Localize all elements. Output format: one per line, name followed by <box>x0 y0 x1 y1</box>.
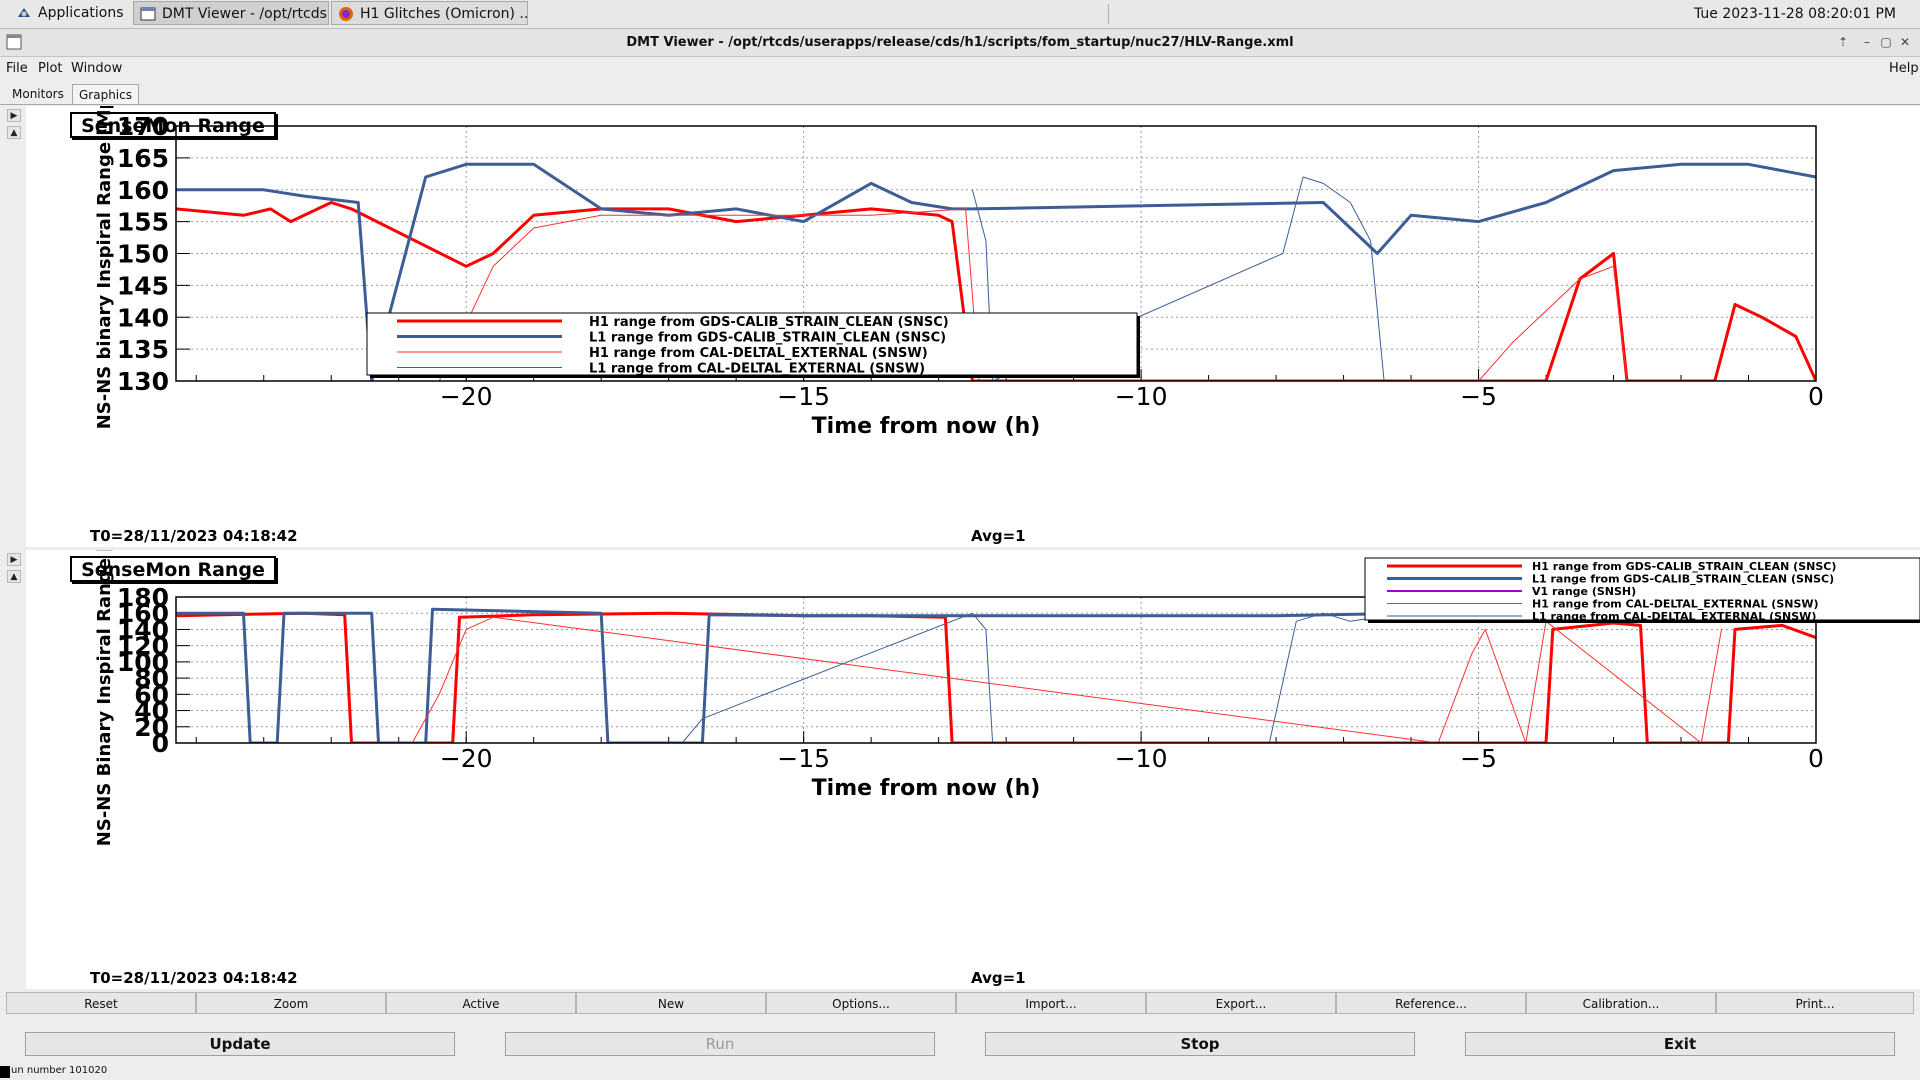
x-tick-label: 0 <box>1808 382 1824 411</box>
menu-file[interactable]: File <box>6 61 28 76</box>
clock[interactable]: Tue 2023-11-28 08:20:01 PM <box>1694 0 1896 28</box>
legend-entry: H1 range from GDS-CALIB_STRAIN_CLEAN (SN… <box>589 315 949 330</box>
export-button[interactable]: Export... <box>1146 992 1336 1014</box>
y-tick-label: 150 <box>117 240 169 269</box>
window-titlebar[interactable]: DMT Viewer - /opt/rtcds/userapps/release… <box>0 29 1920 57</box>
y-tick-label: 130 <box>117 367 169 396</box>
y-tick-label: 160 <box>117 176 169 205</box>
calibration-button[interactable]: Calibration... <box>1526 992 1716 1014</box>
legend-entry: L1 range from CAL-DELTAL_EXTERNAL (SNSW) <box>1532 610 1816 623</box>
y-tick-label: 145 <box>117 271 169 300</box>
x-tick-label: 0 <box>1808 744 1824 773</box>
y-tick-label: 140 <box>117 303 169 332</box>
plot-button-row: Reset Zoom Active New Options... Import.… <box>6 992 1914 1014</box>
plot-panel-bottom: ▶ ▲ SenseMon Range −20 −15 −10 −5 0 0 20 40 60 80… <box>0 550 1920 989</box>
exit-button[interactable]: Exit <box>1465 1032 1895 1056</box>
options-button[interactable]: Options... <box>766 992 956 1014</box>
t0-label: T0=28/11/2023 04:18:42 <box>90 527 298 545</box>
status-bar: un number 101020 <box>0 1062 1920 1080</box>
y-tick-label: 180 <box>117 583 169 612</box>
legend-entry: L1 range from GDS-CALIB_STRAIN_CLEAN (SN… <box>589 330 946 345</box>
y-tick-label: 170 <box>117 112 169 141</box>
taskbar-item-dmt-viewer[interactable]: DMT Viewer - /opt/rtcds... <box>133 1 329 25</box>
reset-button[interactable]: Reset <box>6 992 196 1014</box>
taskbar-item-label: H1 Glitches (Omicron) ... <box>360 6 528 22</box>
tab-monitors[interactable]: Monitors <box>6 84 70 104</box>
plot-canvas-bottom[interactable]: SenseMon Range −20 −15 −10 −5 0 0 20 40 60 80 100 1… <box>26 550 1920 989</box>
new-button[interactable]: New <box>576 992 766 1014</box>
window-title: DMT Viewer - /opt/rtcds/userapps/release… <box>626 35 1294 50</box>
window-maximize-icon[interactable]: ▢ <box>1878 34 1894 50</box>
avg-label: Avg=1 <box>971 527 1026 545</box>
legend-entry: L1 range from GDS-CALIB_STRAIN_CLEAN (SN… <box>1532 573 1834 586</box>
collapse-arrow-icon[interactable]: ▲ <box>7 570 21 583</box>
t0-label: T0=28/11/2023 04:18:42 <box>90 969 298 987</box>
stop-button[interactable]: Stop <box>985 1032 1415 1056</box>
window-up-icon[interactable]: ⇡ <box>1835 34 1851 50</box>
menu-plot[interactable]: Plot <box>38 61 63 76</box>
taskbar-item-label: DMT Viewer - /opt/rtcds... <box>162 6 329 22</box>
expand-arrow-icon[interactable]: ▶ <box>7 553 21 566</box>
update-button[interactable]: Update <box>25 1032 455 1056</box>
taskbar: Applications DMT Viewer - /opt/rtcds... … <box>0 0 1920 29</box>
legend-entry: H1 range from CAL-DELTAL_EXTERNAL (SNSW) <box>589 346 928 361</box>
window-minimize-icon[interactable]: – <box>1859 34 1875 50</box>
menu-window[interactable]: Window <box>71 61 122 76</box>
tab-graphics[interactable]: Graphics <box>72 84 139 104</box>
applications-menu-button[interactable]: Applications <box>0 1 130 25</box>
x-tick-label: −10 <box>1115 382 1168 411</box>
reference-button[interactable]: Reference... <box>1336 992 1526 1014</box>
taskbar-item-h1-glitches[interactable]: H1 Glitches (Omicron) ... <box>331 1 528 25</box>
x-tick-label: −5 <box>1460 382 1497 411</box>
run-button[interactable]: Run <box>505 1032 935 1056</box>
legend-entry: H1 range from CAL-DELTAL_EXTERNAL (SNSW) <box>1532 598 1819 611</box>
x-tick-label: −15 <box>777 382 830 411</box>
avg-label: Avg=1 <box>971 969 1026 987</box>
range-chart-top[interactable]: −20 −15 −10 −5 0 130 135 140 145150 155 160 165 170 T… <box>26 106 1920 547</box>
legend-entry: L1 range from CAL-DELTAL_EXTERNAL (SNSW) <box>589 361 925 376</box>
menubar: File Plot Window Help <box>0 57 1920 80</box>
plot-canvas-top[interactable]: SenseMon Range −20 −15 −10 −5 0 130 135 140 145 1… <box>26 106 1920 547</box>
x-tick-label: −20 <box>440 382 493 411</box>
x-tick-label: −10 <box>1115 744 1168 773</box>
applications-icon <box>18 8 30 17</box>
x-axis-label: Time from now (h) <box>812 414 1041 439</box>
plot-panel-top: ▶ ▲ SenseMon Range −20 −15 −10 −5 0 130 135 140… <box>0 106 1920 547</box>
y-tick-label: 135 <box>117 335 169 364</box>
x-tick-label: −20 <box>440 744 493 773</box>
y-tick-label: 165 <box>117 144 169 173</box>
status-text: un number 101020 <box>11 1065 108 1076</box>
y-axis-label: NS-NS Binary Inspiral Range [Mpc] <box>94 550 115 846</box>
print-button[interactable]: Print... <box>1716 992 1914 1014</box>
x-tick-label: −5 <box>1460 744 1497 773</box>
firefox-icon <box>339 7 353 21</box>
zoom-button[interactable]: Zoom <box>196 992 386 1014</box>
expand-arrow-icon[interactable]: ▶ <box>7 109 21 122</box>
x-axis-label: Time from now (h) <box>812 776 1041 801</box>
window-icon <box>140 7 156 21</box>
taskbar-separator <box>1108 4 1109 24</box>
range-chart-bottom[interactable]: −20 −15 −10 −5 0020406080100120140160180Time… <box>26 550 1920 989</box>
menu-help[interactable]: Help <box>1889 61 1919 76</box>
active-button[interactable]: Active <box>386 992 576 1014</box>
tab-bar: Monitors Graphics <box>0 82 1920 105</box>
status-indicator <box>0 1066 10 1078</box>
series-line <box>411 616 1722 743</box>
import-button[interactable]: Import... <box>956 992 1146 1014</box>
applications-label: Applications <box>38 5 124 21</box>
y-tick-label: 155 <box>117 208 169 237</box>
y-axis-label: NS-NS binary Inspiral Range [Mpc] <box>94 106 115 429</box>
collapse-arrow-icon[interactable]: ▲ <box>7 126 21 139</box>
legend-entry: H1 range from GDS-CALIB_STRAIN_CLEAN (SN… <box>1532 560 1836 573</box>
x-tick-label: −15 <box>777 744 830 773</box>
window-close-icon[interactable]: ✕ <box>1897 34 1913 50</box>
control-button-row: Update Run Stop Exit <box>0 1032 1920 1056</box>
legend-entry: V1 range (SNSH) <box>1532 585 1636 598</box>
